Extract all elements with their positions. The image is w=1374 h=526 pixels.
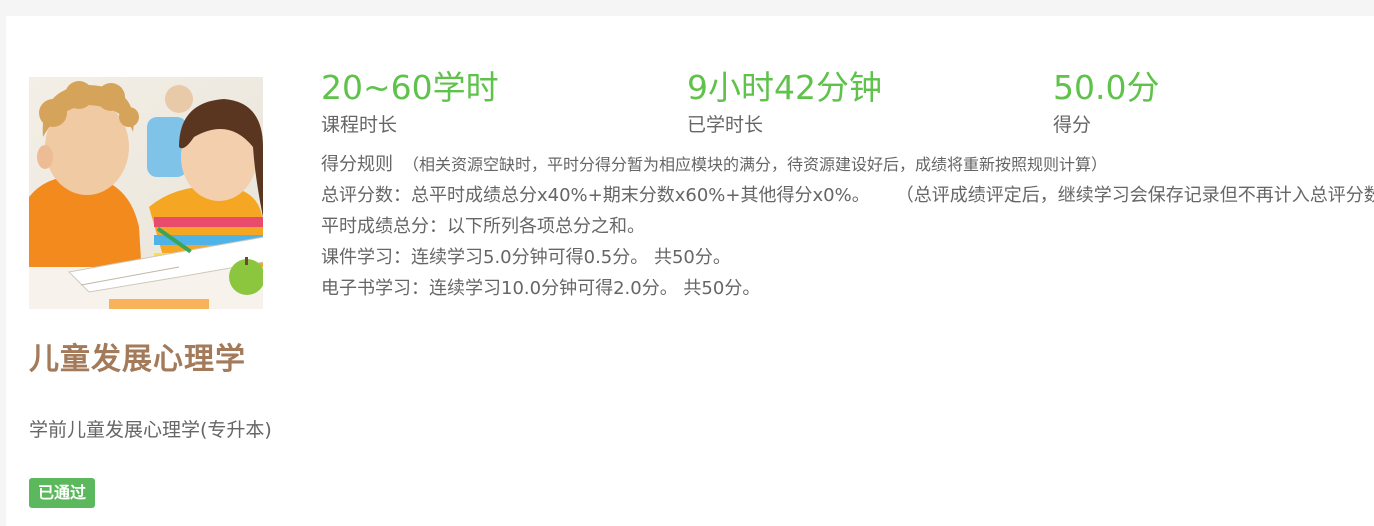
stat-studied-duration: 9小时42分钟 已学时长: [687, 68, 882, 140]
rules-note: （相关资源空缺时，平时分得分暂为相应模块的满分，待资源建设好后，成绩将重新按照规…: [403, 155, 1108, 174]
total-formula-note: （总评成绩评定后，继续学习会保存记录但不再计入总评分数）: [895, 185, 1374, 206]
rules-title: 得分规则: [321, 154, 393, 175]
course-cover-illustration: [29, 77, 263, 309]
course-cover-image[interactable]: [29, 77, 263, 309]
status-badge: 已通过: [29, 478, 96, 508]
rule-usual-total: 平时成绩总分：以下所列各项总分之和。: [321, 216, 645, 237]
rule-total-formula: 总评分数：总平时成绩总分x40%+期末分数x60%+其他得分x0%。 （总评成绩评…: [321, 180, 1374, 211]
total-formula-text: 总评分数：总平时成绩总分x40%+期末分数x60%+其他得分x0%。: [321, 185, 870, 206]
stat-label: 课程时长: [321, 114, 398, 136]
course-subtitle: 学前儿童发展心理学(专升本): [29, 419, 272, 441]
scoring-rules: 得分规则 （相关资源空缺时，平时分得分暂为相应模块的满分，待资源建设好后，成绩将重…: [321, 149, 1374, 304]
stat-value: 20~60学时: [321, 68, 499, 107]
course-title[interactable]: 儿童发展心理学: [29, 334, 246, 378]
stat-value: 9小时42分钟: [687, 68, 882, 107]
stat-label: 已学时长: [687, 114, 764, 136]
course-card: 儿童发展心理学 学前儿童发展心理学(专升本) 已通过 20~60学时 课程时长 …: [6, 16, 1374, 526]
rule-item-ebook: 电子书学习：连续学习10.0分钟可得2.0分。 共50分。: [321, 278, 761, 299]
stat-value: 50.0分: [1053, 68, 1160, 107]
stat-label: 得分: [1053, 114, 1092, 136]
rule-item-courseware: 课件学习：连续学习5.0分钟可得0.5分。 共50分。: [321, 247, 731, 268]
stat-course-duration: 20~60学时 课程时长: [321, 68, 499, 140]
stat-score: 50.0分 得分: [1053, 68, 1159, 140]
rules-header: 得分规则 （相关资源空缺时，平时分得分暂为相应模块的满分，待资源建设好后，成绩将重…: [321, 149, 1374, 180]
